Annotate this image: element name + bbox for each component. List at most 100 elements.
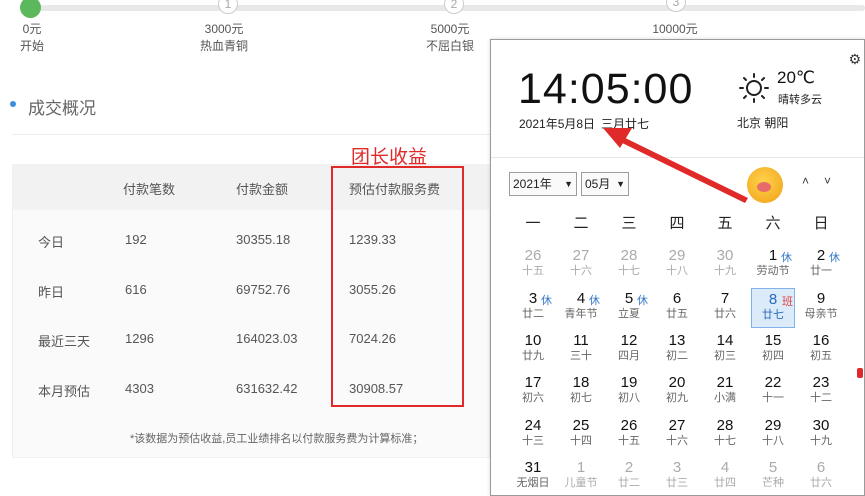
day-number: 19 (620, 374, 638, 391)
calendar-day[interactable]: 6 廿六 (799, 457, 843, 496)
calendar-day[interactable]: 30 十九 (703, 245, 747, 285)
calendar-day[interactable]: 13 初二 (655, 330, 699, 370)
calendar-day[interactable]: 3 廿三 (655, 457, 699, 496)
month-select[interactable]: 05月 ▼ (581, 172, 629, 196)
calendar-day[interactable]: 28 十七 (703, 415, 747, 455)
calendar-day[interactable]: 11 三十 (559, 330, 603, 370)
day-number: 27 (668, 417, 686, 434)
calendar-day[interactable]: 26 十五 (511, 245, 555, 285)
gear-icon[interactable]: ⚙ (848, 51, 861, 68)
day-lunar: 廿六 (714, 308, 736, 320)
sun-icon (739, 73, 769, 103)
holiday-badge: 休 (829, 252, 840, 264)
day-number: 30 (812, 417, 830, 434)
day-lunar: 十九 (810, 435, 832, 447)
prev-month-button[interactable]: ˄ (802, 174, 809, 188)
day-lunar: 十九 (714, 265, 736, 277)
calendar-day[interactable]: 1 儿童节 (559, 457, 603, 496)
day-number: 3 (672, 459, 682, 476)
calendar-day[interactable]: 2 廿二 (607, 457, 651, 496)
day-lunar: 十八 (762, 435, 784, 447)
next-month-button[interactable]: ˅ (824, 174, 831, 188)
annotation-highlight-box (331, 166, 464, 407)
day-lunar: 初九 (666, 392, 688, 404)
day-number: 7 (720, 290, 730, 307)
calendar-day[interactable]: 5 立夏休 (607, 288, 651, 328)
chevron-down-icon: ▼ (564, 179, 573, 189)
day-lunar: 无烟日 (516, 477, 550, 489)
calendar-day[interactable]: 19 初八 (607, 372, 651, 412)
month-select-value: 05月 (585, 177, 611, 191)
calendar-day[interactable]: 8 廿七班 (751, 288, 795, 328)
day-number: 18 (572, 374, 590, 391)
day-number: 29 (668, 247, 686, 264)
section-bullet (10, 101, 16, 107)
day-number: 24 (524, 417, 542, 434)
clock-time: 14:05:00 (518, 65, 694, 113)
calendar-day[interactable]: 30 十九 (799, 415, 843, 455)
calendar-day[interactable]: 9 母亲节 (799, 288, 843, 328)
calendar-day[interactable]: 7 廿六 (703, 288, 747, 328)
day-lunar: 劳动节 (756, 265, 790, 277)
calendar-day[interactable]: 17 初六 (511, 372, 555, 412)
progress-level-0: 开始 (19, 39, 44, 53)
day-number: 29 (764, 417, 782, 434)
calendar-day[interactable]: 16 初五 (799, 330, 843, 370)
holiday-badge: 休 (589, 295, 600, 307)
calendar-day[interactable]: 26 十五 (607, 415, 651, 455)
annotation-label: 团长收益 (351, 147, 428, 168)
holiday-badge: 休 (637, 295, 648, 307)
calendar-day[interactable]: 5 芒种 (751, 457, 795, 496)
calendar-day[interactable]: 3 廿二休 (511, 288, 555, 328)
calendar-day[interactable]: 2 廿一休 (799, 245, 843, 285)
calendar-day[interactable]: 6 廿五 (655, 288, 699, 328)
calendar-day[interactable]: 20 初九 (655, 372, 699, 412)
holiday-badge: 休 (541, 295, 552, 307)
cell-yesterday-count: 616 (125, 282, 147, 297)
calendar-day[interactable]: 28 十七 (607, 245, 651, 285)
calendar-day[interactable]: 24 十三 (511, 415, 555, 455)
calendar-day[interactable]: 10 廿九 (511, 330, 555, 370)
day-number: 30 (716, 247, 734, 264)
calendar-day[interactable]: 18 初七 (559, 372, 603, 412)
day-lunar: 十八 (666, 265, 688, 277)
calendar-day[interactable]: 4 青年节休 (559, 288, 603, 328)
calendar-day[interactable]: 25 十四 (559, 415, 603, 455)
day-lunar: 廿二 (618, 477, 640, 489)
calendar-day[interactable]: 1 劳动节休 (751, 245, 795, 285)
calendar-day[interactable]: 4 廿四 (703, 457, 747, 496)
day-lunar: 十二 (810, 392, 832, 404)
day-lunar: 十三 (522, 435, 544, 447)
calendar-day[interactable]: 27 十六 (655, 415, 699, 455)
calendar-day[interactable]: 29 十八 (751, 415, 795, 455)
calendar-day[interactable]: 23 十二 (799, 372, 843, 412)
edge-marker (857, 368, 863, 378)
cell-month-amount: 631632.42 (236, 381, 298, 396)
year-select[interactable]: 2021年 ▼ (509, 172, 577, 196)
calendar-day[interactable]: 31 无烟日 (511, 457, 555, 496)
clock-date: 2021年5月8日 (519, 117, 596, 131)
calendar-day[interactable]: 15 初四 (751, 330, 795, 370)
calendar-day[interactable]: 27 十六 (559, 245, 603, 285)
calendar-day[interactable]: 14 初三 (703, 330, 747, 370)
day-lunar: 初八 (618, 392, 640, 404)
cell-month-count: 4303 (125, 381, 154, 396)
calendar-day[interactable]: 12 四月 (607, 330, 651, 370)
chevron-down-icon: ▼ (616, 179, 625, 189)
day-number: 26 (524, 247, 542, 264)
cell-yesterday-amount: 69752.76 (236, 282, 291, 297)
weather-temp: 20℃ (777, 68, 816, 87)
day-lunar: 十五 (618, 435, 640, 447)
day-lunar: 立夏 (618, 308, 640, 320)
day-number: 16 (812, 332, 830, 349)
weekday-label: 日 (813, 215, 829, 232)
day-number: 22 (764, 374, 782, 391)
day-number: 17 (524, 374, 542, 391)
calendar-day[interactable]: 21 小满 (703, 372, 747, 412)
weekday-label: 六 (765, 215, 781, 232)
calendar-day[interactable]: 29 十八 (655, 245, 699, 285)
cell-today-amount: 30355.18 (236, 232, 291, 247)
day-lunar: 廿六 (810, 477, 832, 489)
day-number: 27 (572, 247, 590, 264)
calendar-day[interactable]: 22 十一 (751, 372, 795, 412)
